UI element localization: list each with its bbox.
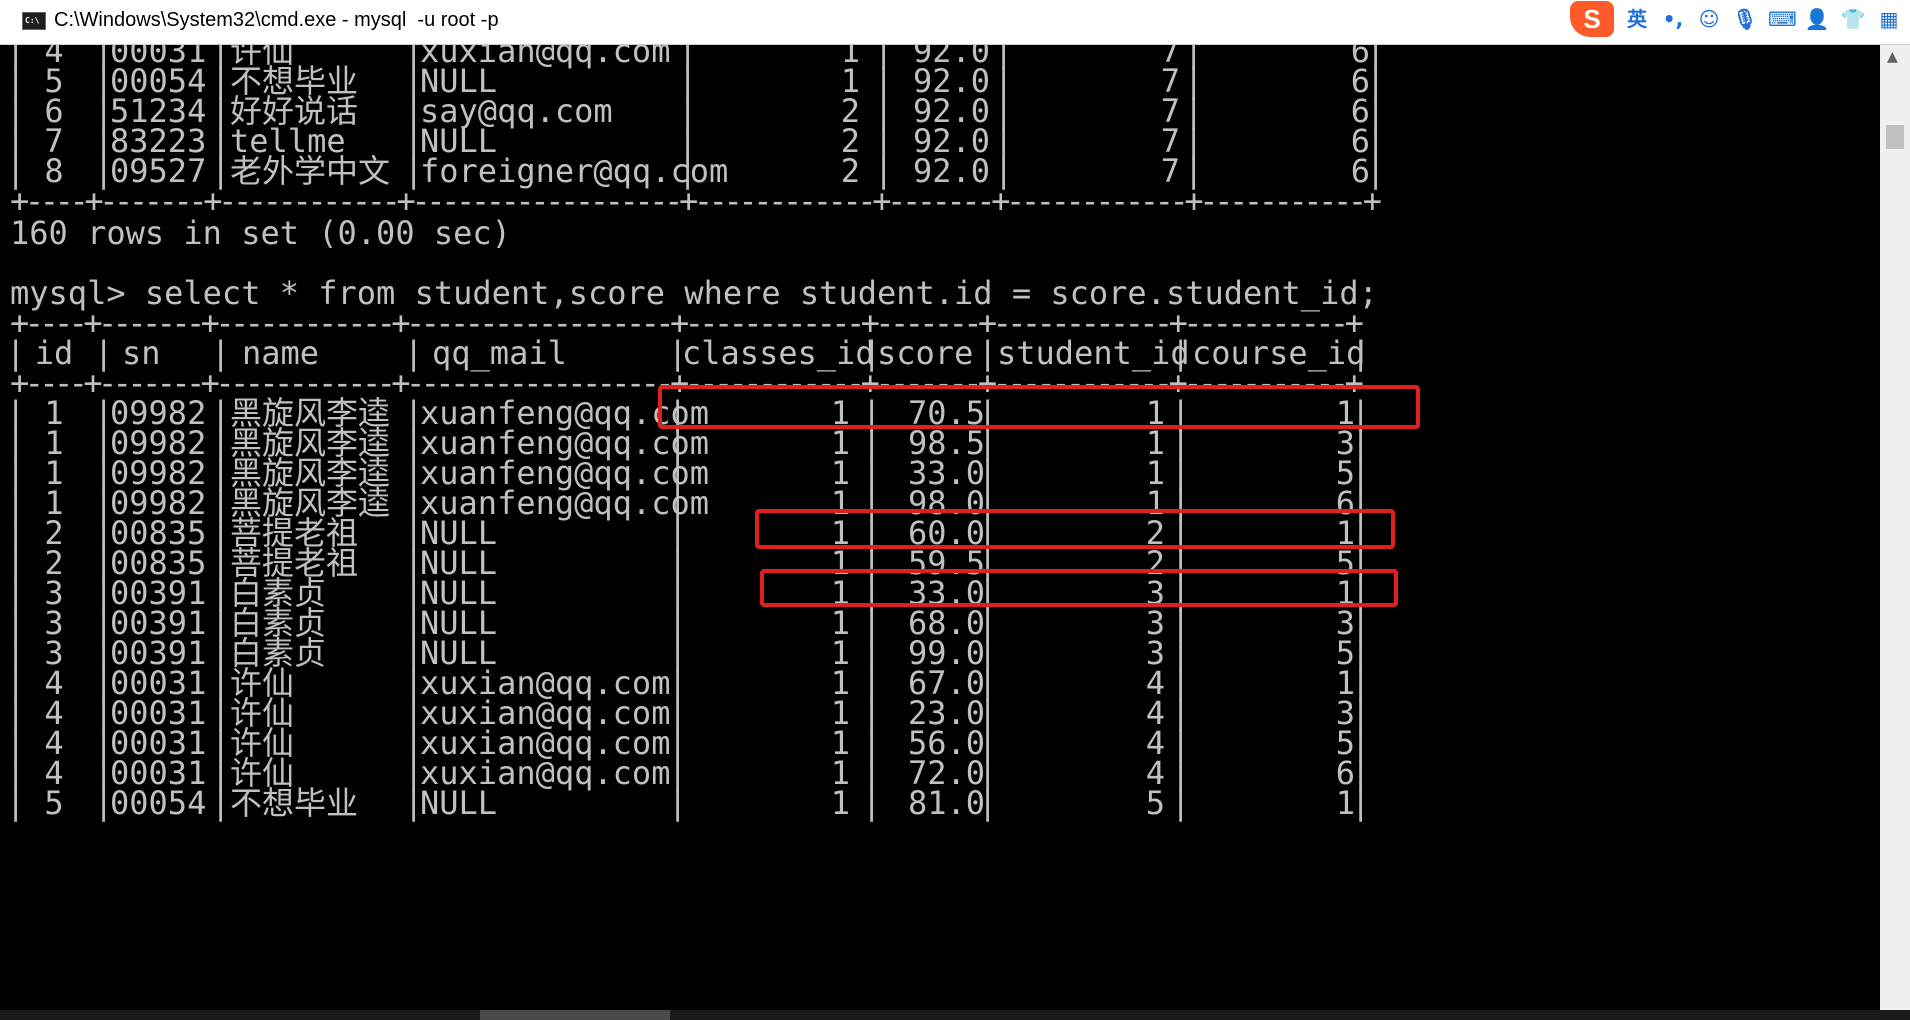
title-bar: C:\ C:\Windows\System32\cmd.exe - mysql … bbox=[0, 0, 1910, 45]
cell-qq-mail: NULL bbox=[420, 784, 498, 822]
cell-id: 5 bbox=[44, 784, 64, 822]
console-output[interactable]: | | | | | | | | | 4 00031 许仙 xuxian@qq.com 1 92.0 7 6 | | |… bbox=[10, 45, 1880, 1010]
cell-name: 不想毕业 bbox=[230, 784, 359, 822]
highlight-box bbox=[755, 509, 1395, 549]
table-row: | | | | | | | | | 5 00054 不想毕业 NULL 1 81.0 5 1 bbox=[10, 785, 1880, 821]
window-title: C:\Windows\System32\cmd.exe - mysql -u r… bbox=[54, 9, 499, 31]
cell-score: 81.0 bbox=[907, 784, 985, 822]
smiley-icon[interactable]: ☺ bbox=[1696, 6, 1722, 32]
microphone-icon[interactable]: 🎙 bbox=[1732, 6, 1758, 32]
cell-sn: 00054 bbox=[110, 784, 207, 822]
column-separator: | bbox=[211, 784, 231, 822]
scroll-up-icon[interactable]: ▲ bbox=[1887, 49, 1898, 65]
hscrollbar-thumb[interactable] bbox=[480, 1010, 670, 1020]
ime-language-toggle[interactable]: 英 bbox=[1624, 6, 1650, 32]
highlight-box bbox=[760, 569, 1398, 607]
ime-punctuation-toggle[interactable]: •, bbox=[1660, 6, 1686, 32]
cell-classes-id: 1 bbox=[830, 784, 850, 822]
cell-student-id: 5 bbox=[1145, 784, 1165, 822]
scrollbar-thumb[interactable] bbox=[1886, 125, 1904, 149]
vertical-scrollbar[interactable]: ▲ bbox=[1880, 45, 1910, 1010]
highlight-box bbox=[658, 385, 1420, 429]
keyboard-icon[interactable]: ⌨ bbox=[1768, 6, 1797, 32]
cmd-icon[interactable]: C:\ bbox=[22, 12, 46, 30]
ime-toolbar: S 英 •, ☺ 🎙 ⌨ 👤 👕 ▦ bbox=[1570, 0, 1902, 38]
cell-course-id: 1 bbox=[1335, 784, 1355, 822]
horizontal-scrollbar[interactable] bbox=[0, 1010, 1910, 1020]
grid-icon[interactable]: ▦ bbox=[1876, 6, 1902, 32]
sogou-logo-icon[interactable]: S bbox=[1570, 1, 1614, 37]
shirt-icon[interactable]: 👕 bbox=[1840, 6, 1866, 32]
user-icon[interactable]: 👤 bbox=[1804, 6, 1830, 32]
result-summary: 160 rows in set (0.00 sec) bbox=[10, 214, 511, 252]
